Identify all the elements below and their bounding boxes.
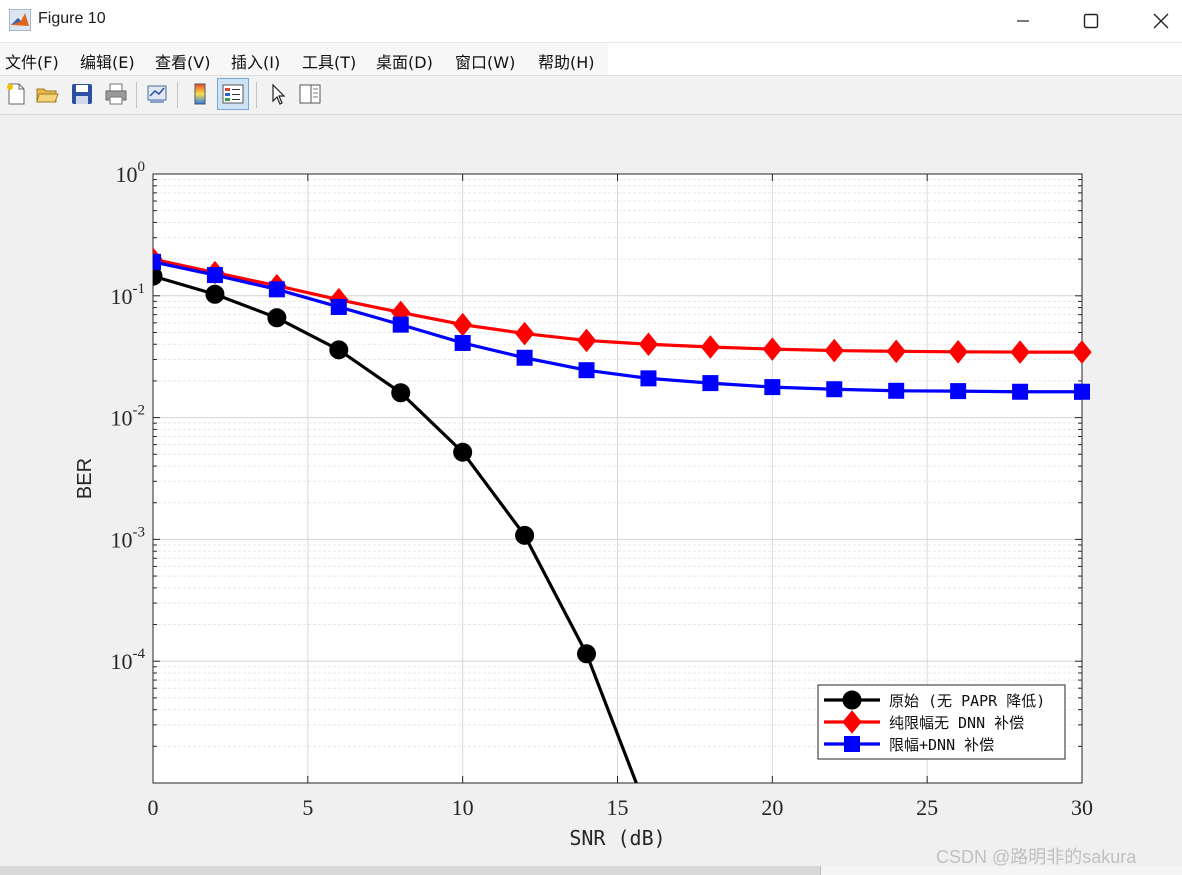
menu-window[interactable]: 窗口(W) bbox=[455, 49, 515, 73]
link-plot-icon bbox=[147, 85, 167, 103]
x-tick-label: 0 bbox=[148, 795, 159, 820]
colorbar-icon bbox=[194, 83, 206, 105]
data-point bbox=[268, 281, 285, 298]
data-point bbox=[888, 382, 905, 399]
data-point bbox=[702, 375, 719, 392]
x-tick-label: 30 bbox=[1071, 795, 1093, 820]
y-tick-label: 100 bbox=[116, 159, 146, 187]
data-point bbox=[267, 308, 287, 328]
window-title: Figure 10 bbox=[38, 10, 106, 27]
save-icon bbox=[72, 84, 92, 104]
open-file-button[interactable] bbox=[31, 78, 63, 110]
close-icon bbox=[1153, 13, 1169, 29]
data-point bbox=[391, 383, 411, 403]
pointer-button[interactable] bbox=[262, 78, 294, 110]
x-tick-label: 25 bbox=[916, 795, 938, 820]
data-point bbox=[515, 525, 535, 545]
data-point bbox=[153, 253, 161, 270]
legend-marker bbox=[842, 690, 862, 710]
legend-icon bbox=[222, 84, 244, 104]
y-tick-label: 10-2 bbox=[111, 403, 146, 431]
save-button[interactable] bbox=[66, 78, 98, 110]
data-point bbox=[329, 340, 349, 360]
data-point bbox=[578, 362, 595, 379]
data-point bbox=[453, 442, 473, 462]
watermark: CSDN @路明非的sakura bbox=[936, 847, 1137, 867]
y-tick-label: 10-1 bbox=[111, 281, 146, 309]
data-point bbox=[206, 267, 223, 284]
print-icon bbox=[105, 83, 127, 105]
print-button[interactable] bbox=[100, 78, 132, 110]
title-bar: Figure 10 bbox=[0, 0, 1182, 43]
colorbar-button[interactable] bbox=[184, 78, 216, 110]
menu-tools[interactable]: 工具(T) bbox=[302, 49, 356, 73]
menu-desktop[interactable]: 桌面(D) bbox=[376, 49, 433, 73]
data-point bbox=[950, 383, 967, 400]
figure-canvas: 0 5 10 15 20 25 30 100 10-1 10-2 10-3 10-4 SNR (dB) B… bbox=[0, 115, 1182, 867]
data-point bbox=[205, 284, 225, 304]
minimize-icon bbox=[1017, 20, 1029, 22]
data-point bbox=[826, 381, 843, 398]
y-axis-label: BER bbox=[74, 458, 96, 499]
menu-insert[interactable]: 插入(I) bbox=[231, 49, 280, 73]
close-button[interactable] bbox=[1132, 0, 1182, 42]
link-plot-button[interactable] bbox=[141, 78, 173, 110]
data-point bbox=[764, 379, 781, 396]
data-point bbox=[577, 644, 597, 664]
x-axis-label: SNR (dB) bbox=[569, 826, 665, 850]
legend: 原始 (无 PAPR 降低) 纯限幅无 DNN 补偿限幅+DNN 补偿 bbox=[817, 684, 1066, 760]
menu-file[interactable]: 文件(F) bbox=[5, 49, 59, 73]
y-tick-label: 10-3 bbox=[111, 524, 146, 552]
property-editor-icon bbox=[299, 84, 321, 104]
ber-chart: 0 5 10 15 20 25 30 100 10-1 10-2 10-3 10-4 SNR (dB) B… bbox=[74, 159, 1093, 850]
minimize-button[interactable] bbox=[994, 0, 1052, 42]
legend-label: 原始 (无 PAPR 降低) bbox=[889, 692, 1045, 710]
menu-help[interactable]: 帮助(H) bbox=[538, 49, 595, 73]
menu-view[interactable]: 查看(V) bbox=[155, 49, 210, 73]
legend-button[interactable] bbox=[217, 78, 249, 110]
maximize-icon bbox=[1083, 13, 1099, 29]
data-point bbox=[639, 806, 657, 824]
y-tick-label: 10-4 bbox=[111, 646, 146, 674]
data-point bbox=[1074, 383, 1090, 400]
property-editor-button[interactable] bbox=[294, 78, 326, 110]
toolbar bbox=[0, 76, 1182, 115]
x-tick-label: 20 bbox=[761, 795, 783, 820]
data-point bbox=[640, 370, 657, 387]
maximize-button[interactable] bbox=[1062, 0, 1120, 42]
x-tick-label: 10 bbox=[452, 795, 474, 820]
new-figure-icon bbox=[7, 83, 25, 105]
open-file-icon bbox=[36, 88, 59, 103]
menu-edit[interactable]: 编辑(E) bbox=[80, 49, 135, 73]
x-tick-label: 15 bbox=[607, 795, 629, 820]
matlab-logo-icon bbox=[9, 9, 31, 31]
legend-label: 纯限幅无 DNN 补偿 bbox=[889, 714, 1024, 732]
data-point bbox=[454, 334, 471, 351]
legend-label: 限幅+DNN 补偿 bbox=[889, 736, 994, 754]
pointer-icon bbox=[272, 83, 286, 105]
x-tick-label: 5 bbox=[302, 795, 313, 820]
new-figure-button[interactable] bbox=[0, 78, 32, 110]
data-point bbox=[516, 349, 533, 366]
menu-bar: 文件(F) 编辑(E) 查看(V) 插入(I) 工具(T) 桌面(D) 窗口(W… bbox=[0, 43, 1182, 76]
data-point bbox=[392, 316, 409, 333]
data-point bbox=[1012, 383, 1029, 400]
data-point bbox=[330, 298, 347, 315]
legend-marker bbox=[844, 736, 860, 752]
